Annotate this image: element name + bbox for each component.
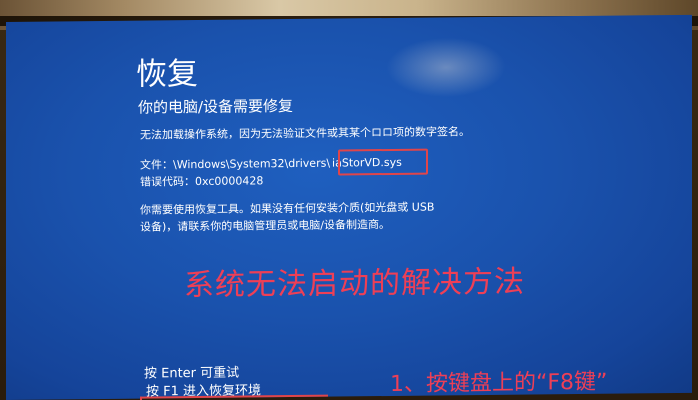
light-glare xyxy=(386,36,506,99)
file-name-highlight-box xyxy=(338,148,428,176)
photo-frame: 恢复 你的电脑/设备需要修复 无法加载操作系统，因为无法验证文件或其某个ロロ项的… xyxy=(0,0,698,400)
overlay-headline: 系统无法启动的解决方法 xyxy=(184,264,525,304)
recovery-message-line1: 你需要使用恢复工具。如果没有任何安装介质(如光盘或 USB xyxy=(140,200,435,217)
recovery-subtitle: 你的电脑/设备需要修复 xyxy=(138,96,294,117)
file-label: 文件： xyxy=(140,158,173,172)
recovery-screen: 恢复 你的电脑/设备需要修复 无法加载操作系统，因为无法验证文件或其某个ロロ项的… xyxy=(6,14,692,400)
enter-retry-option[interactable]: 按 Enter 可重试 xyxy=(144,362,239,382)
option-highlight-box xyxy=(140,394,328,400)
file-path: \Windows\System32\drivers\ xyxy=(173,156,331,172)
overlay-step1: 1、按键盘上的“F8键” xyxy=(390,369,608,397)
error-code: 错误代码：0xc0000428 xyxy=(140,174,264,189)
recovery-title: 恢复 xyxy=(136,55,198,93)
error-description: 无法加载操作系统，因为无法验证文件或其某个ロロ项的数字签名。 xyxy=(140,125,470,142)
recovery-message-line2: 设备)，请联系你的电脑管理员或电脑/设备制造商。 xyxy=(140,217,390,234)
